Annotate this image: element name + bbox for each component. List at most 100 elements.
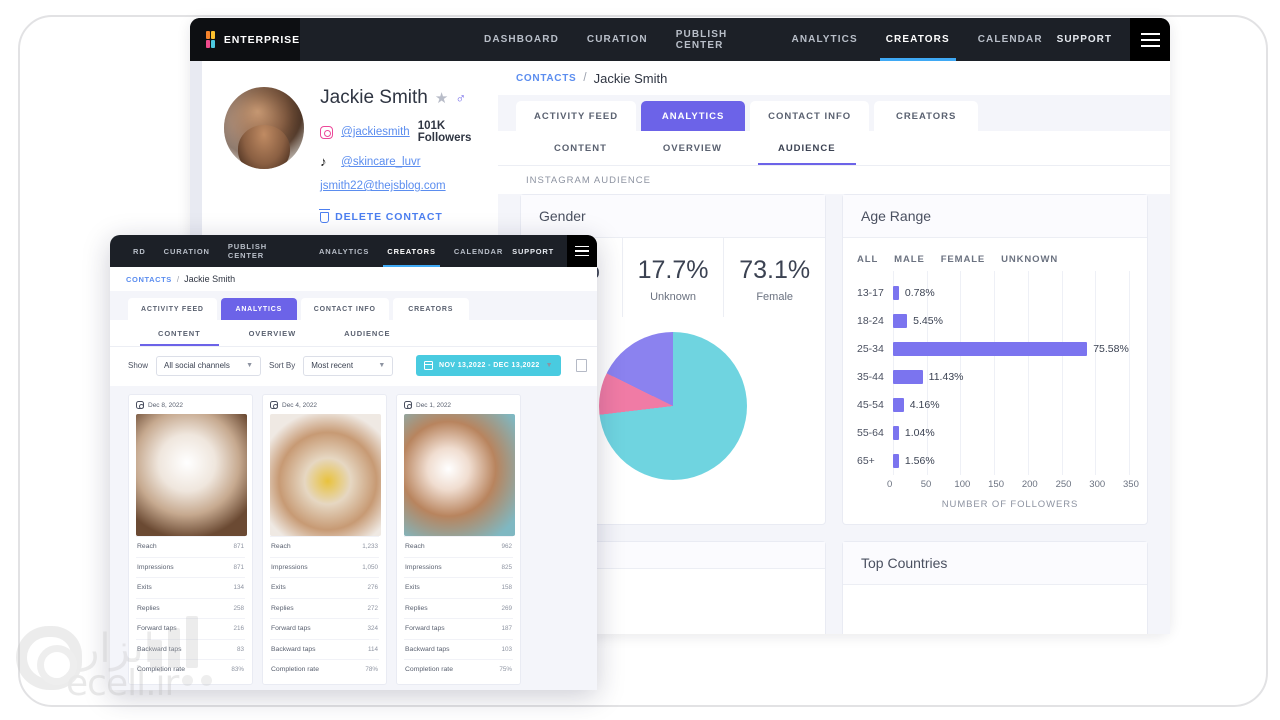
overlay-subtab-audience[interactable]: AUDIENCE [320, 320, 414, 346]
date-range-value: NOV 13,2022 - DEC 13,2022 [438, 362, 540, 369]
gender-unknown-value: 17.7% [637, 256, 709, 284]
post-thumbnail [404, 414, 515, 536]
brand-logo-area[interactable]: ENTERPRISE [190, 18, 300, 61]
bottom-cards-grid: Top Countries [498, 525, 1170, 634]
overlay-tab-contact-info[interactable]: CONTACT INFO [300, 298, 389, 320]
age-filter-female[interactable]: FEMALE [941, 254, 1001, 265]
subtab-overview[interactable]: OVERVIEW [635, 131, 750, 165]
nav-item-creators[interactable]: CREATORS [872, 18, 964, 61]
breadcrumb-current: Jackie Smith [593, 70, 668, 86]
post-metric-label: Replies [405, 604, 428, 612]
post-metric-row: Reach 962 [404, 536, 513, 557]
nav-item-calendar[interactable]: CALENDAR [964, 18, 1057, 61]
post-metric-label: Completion rate [271, 666, 319, 674]
overlay-nav-item-calendar[interactable]: CALENDAR [445, 235, 512, 267]
sort-by-label: Sort By [269, 361, 296, 370]
instagram-row: @jackiesmith 101K Followers [320, 120, 498, 144]
sort-by-select[interactable]: Most recent ▼ [303, 355, 394, 376]
x-axis-tick: 100 [954, 479, 971, 490]
overlay-breadcrumb-current: Jackie Smith [184, 274, 236, 284]
nav-item-curation[interactable]: CURATION [573, 18, 662, 61]
age-filter-male[interactable]: MALE [894, 254, 941, 265]
social-channel-select[interactable]: All social channels ▼ [156, 355, 262, 376]
overlay-nav-item-creators[interactable]: CREATORS [378, 235, 445, 267]
download-report-icon[interactable] [576, 359, 587, 372]
age-bar-track: 0.78% [893, 286, 1129, 300]
post-metric-row: Replies 272 [270, 597, 379, 619]
overlay-nav-item-publish-center[interactable]: PUBLISH CENTER [219, 235, 310, 267]
post-metric-value: 871 [233, 563, 244, 571]
overlay-hamburger-menu-icon[interactable] [567, 235, 597, 267]
x-axis-tick: 200 [1021, 479, 1038, 490]
tab-contact-info[interactable]: CONTACT INFO [750, 101, 870, 131]
date-range-picker[interactable]: NOV 13,2022 - DEC 13,2022 ▼ [415, 355, 561, 376]
post-metric-label: Reach [271, 543, 291, 551]
post-metric-label: Exits [405, 584, 420, 592]
age-bar-value: 1.56% [904, 455, 935, 467]
age-bar-value: 11.43% [928, 371, 964, 383]
age-bar [893, 286, 899, 300]
nav-item-dashboard[interactable]: DASHBOARD [470, 18, 573, 61]
chevron-down-icon: ▼ [246, 362, 254, 369]
overlay-main-tab-bar: ACTIVITY FEED ANALYTICS CONTACT INFO CRE… [110, 291, 597, 320]
overlay-nav-item-curation[interactable]: CURATION [155, 235, 219, 267]
post-thumbnail [270, 414, 381, 536]
age-range-card: Age Range ALL MALE FEMALE UNKNOWN 13-17 0… [842, 194, 1148, 525]
hamburger-menu-icon[interactable] [1130, 18, 1170, 61]
overlay-support-link[interactable]: SUPPORT [512, 247, 567, 256]
age-x-axis: 0 50 100 150 200 250 300 350 [887, 475, 1139, 490]
tab-analytics[interactable]: ANALYTICS [641, 101, 746, 131]
overlay-subtab-content[interactable]: CONTENT [134, 320, 225, 346]
audience-cards-grid: Gender 9.2% Male 17.7% Unknown 7 [498, 194, 1170, 525]
overlay-nav-item-analytics[interactable]: ANALYTICS [310, 235, 378, 267]
age-filter-all[interactable]: ALL [857, 254, 894, 265]
post-metric-value: 258 [233, 604, 244, 612]
age-filter-tabs: ALL MALE FEMALE UNKNOWN [843, 238, 1147, 271]
overlay-subtab-overview[interactable]: OVERVIEW [225, 320, 321, 346]
overlay-tab-creators[interactable]: CREATORS [392, 298, 469, 320]
x-axis-tick: 50 [920, 479, 932, 490]
post-metric-value: 269 [501, 604, 512, 612]
post-date: Dec 8, 2022 [148, 401, 184, 409]
social-channel-value: All social channels [164, 361, 230, 370]
age-bar-label: 65+ [857, 455, 875, 467]
followers-count: 101K Followers [417, 120, 472, 144]
post-metric-label: Replies [137, 604, 160, 612]
post-card[interactable]: Dec 8, 2022 Reach 871 Impressions 871 Exits 13… [128, 394, 253, 685]
support-link[interactable]: SUPPORT [1057, 34, 1130, 45]
post-metric-row: Exits 276 [270, 577, 379, 598]
post-cards-list: Dec 8, 2022 Reach 871 Impressions 871 Exits 13… [110, 386, 597, 685]
instagram-handle[interactable]: @jackiesmith [341, 126, 410, 138]
post-metric-value: 272 [367, 604, 378, 612]
nav-item-analytics[interactable]: ANALYTICS [778, 18, 872, 61]
subtab-content[interactable]: CONTENT [526, 131, 635, 165]
delete-contact-label: DELETE CONTACT [335, 211, 443, 223]
age-bar-row: 55-64 1.04% [857, 419, 1129, 447]
x-axis-tick: 350 [1123, 479, 1139, 490]
nav-item-publish-center[interactable]: PUBLISH CENTER [662, 18, 778, 61]
post-card[interactable]: Dec 4, 2022 Reach 1,233 Impressions 1,050 Exi… [262, 394, 387, 685]
contact-email[interactable]: jsmith22@thejsblog.com [320, 180, 445, 192]
top-bar-right: SUPPORT [1057, 18, 1170, 61]
delete-contact-button[interactable]: DELETE CONTACT [319, 209, 498, 223]
gender-female-label: Female [756, 291, 794, 303]
sort-by-value: Most recent [311, 361, 354, 370]
subtab-audience[interactable]: AUDIENCE [750, 131, 864, 165]
post-metric-label: Backward taps [137, 645, 182, 653]
overlay-tab-analytics[interactable]: ANALYTICS [220, 298, 297, 320]
overlay-nav-item-dashboard[interactable]: RD [124, 235, 155, 267]
age-bar-row: 35-44 11.43% [857, 363, 1129, 391]
age-bar-row: 45-54 4.16% [857, 391, 1129, 419]
breadcrumb-contacts[interactable]: CONTACTS [516, 73, 576, 84]
tab-creators[interactable]: CREATORS [874, 101, 979, 131]
contact-detail-panel: CONTACTS / Jackie Smith ACTIVITY FEED AN… [498, 61, 1170, 634]
calendar-icon [423, 361, 434, 370]
overlay-sub-tab-bar: CONTENT OVERVIEW AUDIENCE [110, 320, 597, 347]
tab-activity-feed[interactable]: ACTIVITY FEED [516, 101, 637, 131]
post-card[interactable]: Dec 1, 2022 Reach 962 Impressions 825 Exits 15… [396, 394, 521, 685]
overlay-tab-activity-feed[interactable]: ACTIVITY FEED [128, 298, 217, 320]
overlay-breadcrumb-contacts[interactable]: CONTACTS [126, 275, 172, 284]
post-metric-value: 962 [501, 543, 512, 551]
tiktok-handle[interactable]: @skincare_luvr [341, 156, 420, 168]
age-filter-unknown[interactable]: UNKNOWN [1001, 254, 1074, 265]
